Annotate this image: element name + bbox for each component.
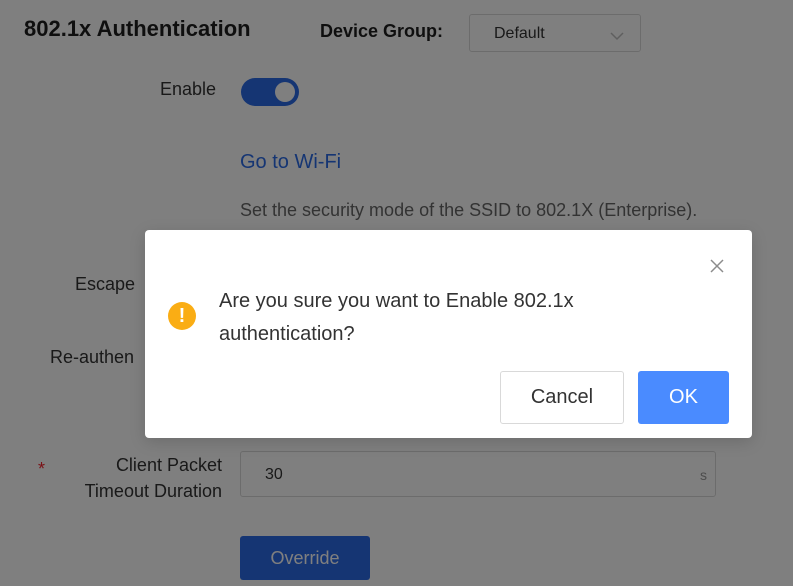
confirm-dialog: ! Are you sure you want to Enable 802.1x… [145, 230, 752, 438]
ok-button[interactable]: OK [638, 371, 729, 424]
warning-icon: ! [168, 302, 196, 330]
cancel-button[interactable]: Cancel [500, 371, 624, 424]
close-icon[interactable] [709, 258, 725, 274]
confirm-message: Are you sure you want to Enable 802.1x a… [219, 285, 639, 351]
confirm-message-line2: authentication? [219, 323, 355, 345]
confirm-message-line1: Are you sure you want to Enable 802.1x [219, 290, 574, 312]
